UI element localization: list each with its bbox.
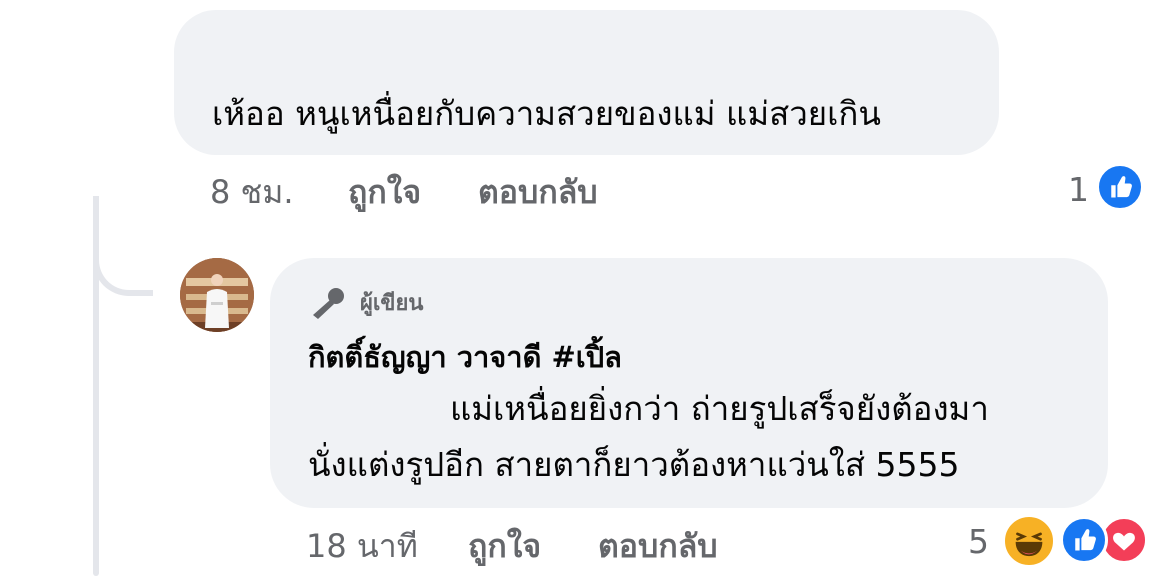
badge-label: ผู้เขียน: [360, 291, 424, 316]
like-icon[interactable]: [1060, 516, 1108, 564]
comment-timestamp[interactable]: 8 ชม.: [210, 172, 294, 212]
reply-text-line-1: แม่เหนื่อยยิ่งกว่า ถ่ายรูปเสร็จยังต้องมา: [450, 389, 989, 428]
comment-bubble: เห้ออ หนูเหนื่อยกับความสวยของแม่ แม่สวยเ…: [174, 10, 999, 155]
reply-bubble: ผู้เขียน กิตติ์ธัญญา วาจาดี #เปิ้ล แม่เห…: [270, 258, 1108, 508]
comment-reply-button[interactable]: ตอบกลับ: [478, 172, 598, 212]
comment-meta: 8 ชม. ถูกใจ ตอบกลับ: [210, 172, 710, 212]
avatar[interactable]: [180, 258, 254, 332]
reply-like-button[interactable]: ถูกใจ: [468, 526, 541, 566]
reply-reply-button[interactable]: ตอบกลับ: [598, 526, 718, 566]
comment-text: เห้ออ หนูเหนื่อยกับความสวยของแม่ แม่สวยเ…: [212, 94, 881, 133]
comment-like-button[interactable]: ถูกใจ: [348, 172, 421, 212]
comment-reaction-count[interactable]: 1: [1068, 170, 1089, 210]
author-name[interactable]: กิตติ์ธัญญา วาจาดี #เปิ้ล: [308, 336, 622, 378]
reply-reaction-count[interactable]: 5: [968, 522, 989, 562]
thread-connector: [93, 196, 153, 296]
like-icon[interactable]: [1096, 163, 1144, 211]
haha-icon[interactable]: [1002, 514, 1056, 568]
reply-timestamp[interactable]: 18 นาที: [306, 526, 418, 566]
microphone-icon: [313, 288, 344, 319]
reply-text-line-2: นั่งแต่งรูปอีก สายตาก็ยาวต้องหาแว่นใส่ 5…: [308, 445, 960, 484]
reply-meta: 18 นาที ถูกใจ ตอบกลับ: [306, 526, 806, 566]
